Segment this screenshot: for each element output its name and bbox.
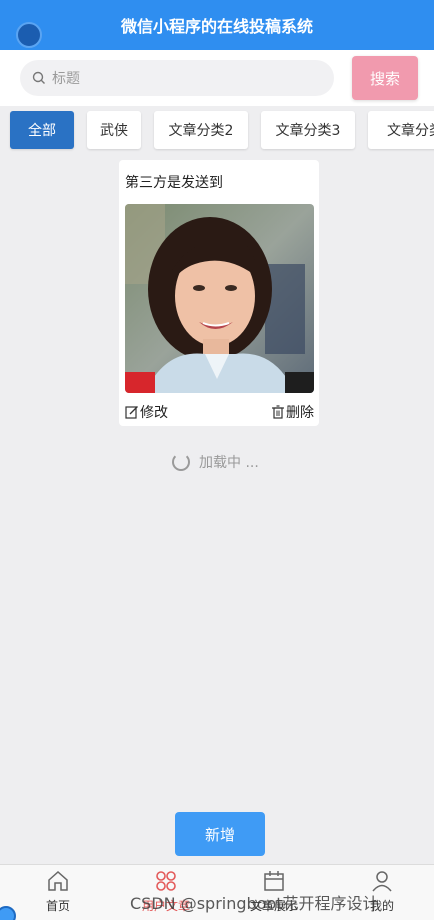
trash-icon xyxy=(272,405,284,419)
search-placeholder: 标题 xyxy=(52,71,80,87)
search-bar: 标题 搜索 xyxy=(0,50,434,106)
tab-home[interactable]: 首页 xyxy=(4,869,112,919)
category-tab-all[interactable]: 全部 xyxy=(10,111,74,149)
article-cover-image[interactable] xyxy=(125,204,314,393)
edit-button[interactable]: 修改 xyxy=(125,402,168,422)
spinner-icon xyxy=(172,453,190,471)
search-icon xyxy=(32,71,45,84)
delete-button[interactable]: 删除 xyxy=(271,402,314,422)
loading-indicator: 加载中 ... xyxy=(172,452,259,472)
avatar-icon[interactable] xyxy=(16,22,42,48)
page-title: 微信小程序的在线投稿系统 xyxy=(120,17,313,36)
portrait-photo xyxy=(125,204,314,393)
app-header: 微信小程序的在线投稿系统 xyxy=(0,0,434,50)
category-tab-4[interactable]: 文章分类 xyxy=(368,111,434,149)
category-tab-3[interactable]: 文章分类3 xyxy=(261,111,355,149)
watermark-text: CSDN @springboot花开程序设计 xyxy=(130,894,379,913)
article-title: 第三方是发送到 xyxy=(125,175,223,191)
search-button[interactable]: 搜索 xyxy=(352,56,418,100)
add-article-button[interactable]: 新增 xyxy=(175,812,265,856)
article-card[interactable]: 第三方是发送到 修改 删除 xyxy=(119,160,319,426)
category-tabs: 全部 武侠 文章分类2 文章分类3 文章分类 xyxy=(0,106,434,156)
delete-label: 删除 xyxy=(286,405,314,421)
home-icon xyxy=(48,870,68,891)
category-tab-2[interactable]: 文章分类2 xyxy=(154,111,248,149)
edit-icon xyxy=(125,406,138,419)
loading-text: 加载中 ... xyxy=(199,455,259,471)
tab-label-home: 首页 xyxy=(45,899,70,913)
article-actions: 修改 删除 xyxy=(125,402,314,422)
search-input[interactable]: 标题 xyxy=(20,60,334,96)
category-tab-wuxia[interactable]: 武侠 xyxy=(87,111,141,149)
edit-label: 修改 xyxy=(140,405,168,421)
